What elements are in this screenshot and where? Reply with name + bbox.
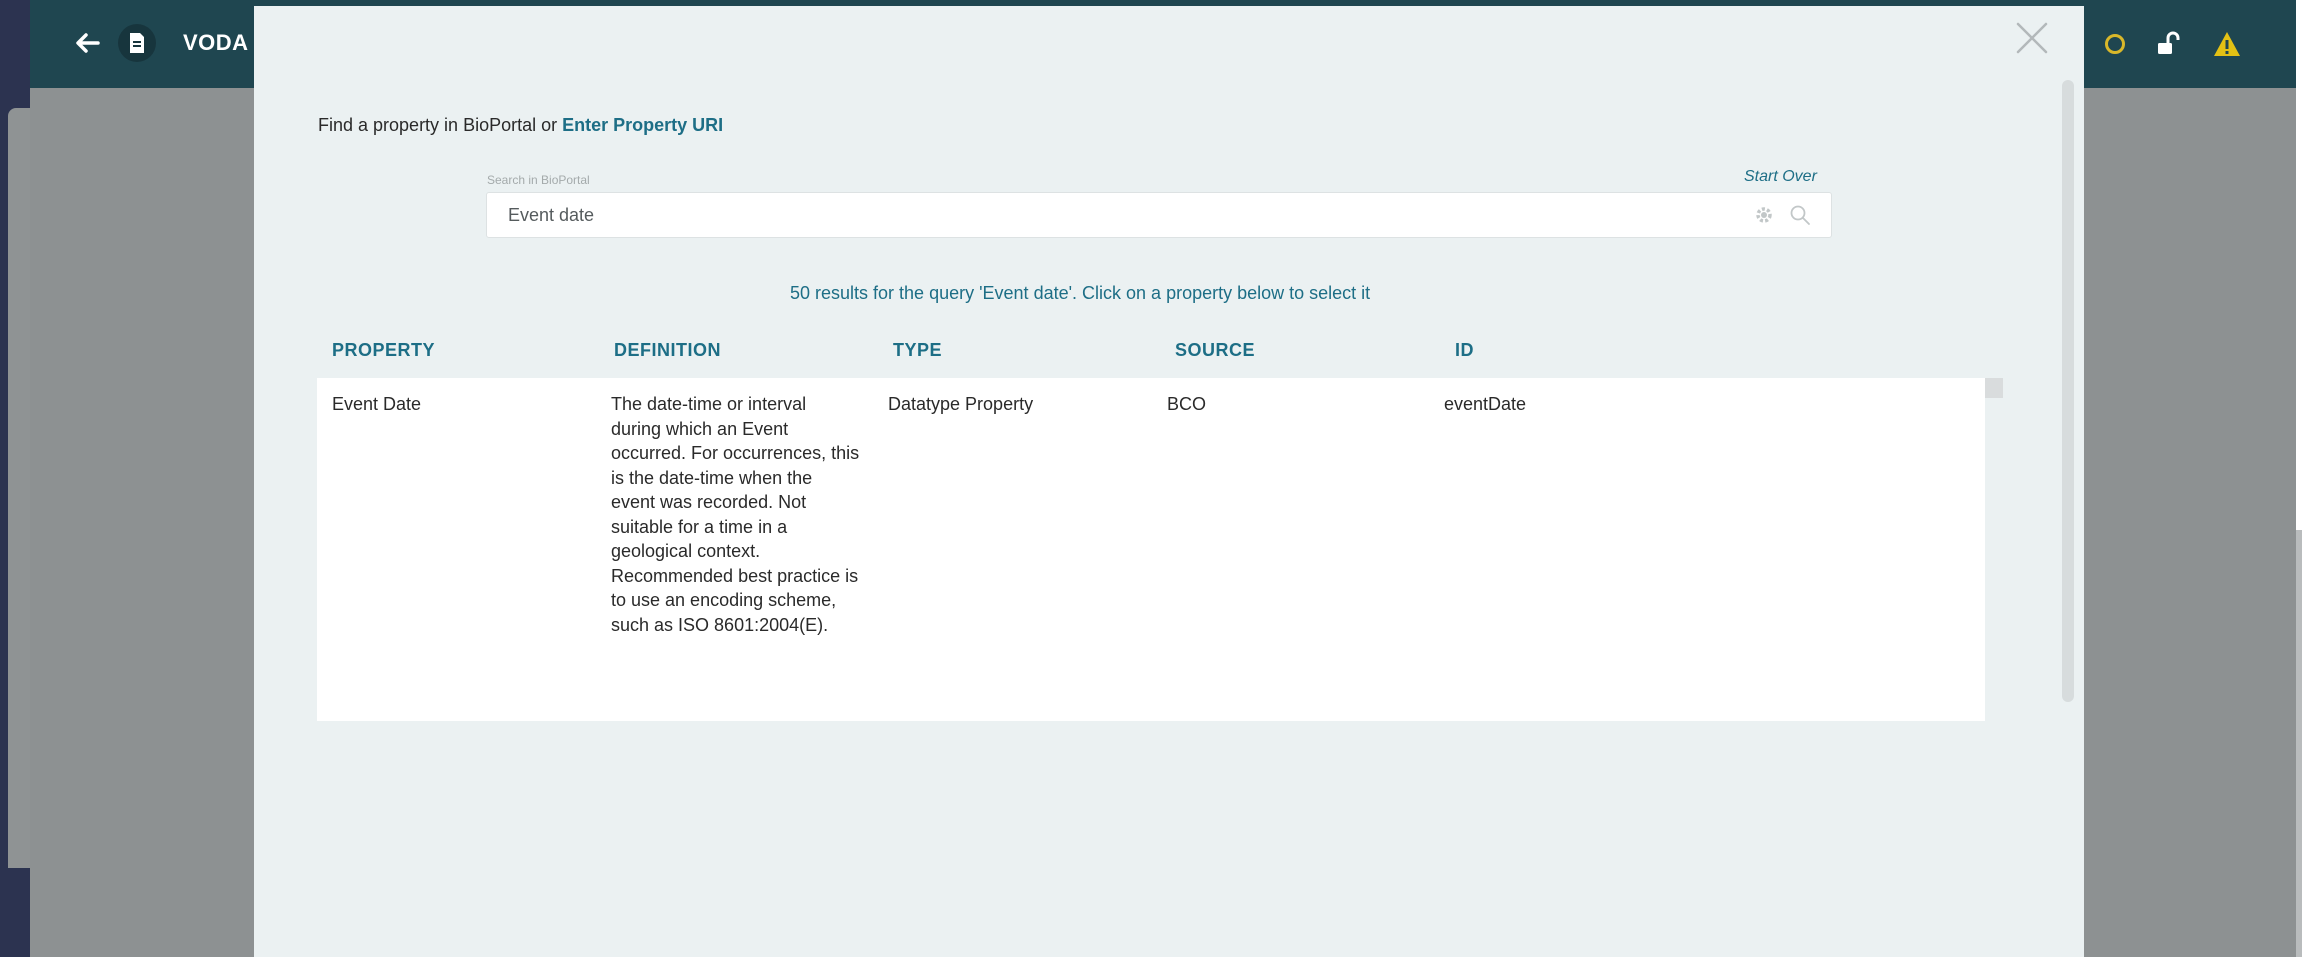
column-header-property: PROPERTY bbox=[332, 340, 436, 360]
results-table-header: PROPERTY DEFINITION TYPE SOURCE ID bbox=[317, 340, 1985, 370]
close-icon[interactable] bbox=[2012, 18, 2052, 58]
enter-property-uri-link[interactable]: Enter Property URI bbox=[562, 115, 723, 135]
app-side-panel bbox=[8, 108, 30, 868]
document-icon[interactable] bbox=[118, 24, 156, 62]
cell-source: BCO bbox=[1167, 394, 1207, 414]
bioportal-search-input[interactable] bbox=[487, 193, 1753, 237]
results-summary: 50 results for the query 'Event date'. C… bbox=[790, 283, 1371, 303]
start-over-link[interactable]: Start Over bbox=[1744, 168, 1817, 186]
column-header-type: TYPE bbox=[893, 340, 943, 360]
status-circle-icon[interactable] bbox=[2105, 34, 2125, 54]
table-scrollbar-thumb[interactable] bbox=[1985, 378, 2003, 398]
table-row[interactable]: Event Date The date-time or interval dur… bbox=[317, 378, 1985, 721]
gear-icon[interactable] bbox=[1753, 204, 1775, 226]
back-arrow-icon[interactable] bbox=[72, 28, 102, 58]
cell-type: Datatype Property bbox=[888, 394, 1034, 414]
cell-definition: The date-time or interval during which a… bbox=[611, 394, 860, 635]
app-title: VODA bbox=[183, 30, 249, 55]
search-icon[interactable] bbox=[1789, 204, 1811, 226]
search-field-label: Search in BioPortal bbox=[487, 173, 590, 187]
unlock-icon[interactable] bbox=[2155, 30, 2183, 58]
column-header-definition: DEFINITION bbox=[614, 340, 721, 360]
warning-icon[interactable] bbox=[2213, 30, 2241, 58]
bioportal-search-box bbox=[486, 192, 1832, 238]
cell-property: Event Date bbox=[332, 394, 422, 414]
app-scrollbar-track bbox=[2296, 0, 2320, 957]
find-property-instructions: Find a property in BioPortal or Enter Pr… bbox=[318, 115, 723, 136]
find-property-text: Find a property in BioPortal or bbox=[318, 115, 563, 135]
column-header-id: ID bbox=[1455, 340, 1474, 360]
app-scrollbar-thumb[interactable] bbox=[2296, 530, 2302, 957]
cell-id: eventDate bbox=[1444, 394, 1527, 414]
status-icons bbox=[2105, 24, 2241, 64]
column-header-source: SOURCE bbox=[1175, 340, 1256, 360]
modal-scrollbar[interactable] bbox=[2062, 80, 2074, 702]
